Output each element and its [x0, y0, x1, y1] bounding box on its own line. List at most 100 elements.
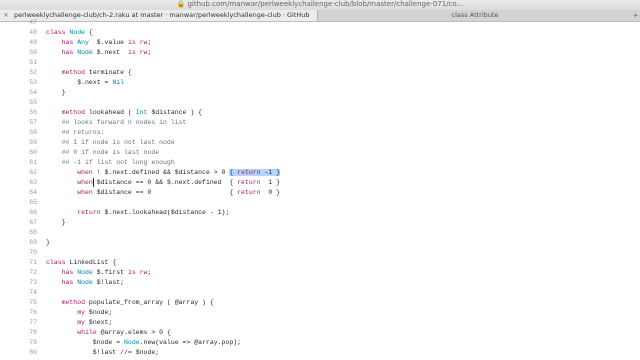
code-line: 74 — [0, 288, 640, 298]
code-text: $!last //= $node; — [46, 349, 160, 356]
line-number[interactable]: 66 — [0, 208, 37, 218]
line-number[interactable]: 49 — [0, 38, 37, 48]
line-number[interactable]: 67 — [0, 218, 37, 228]
code-line: 48 class Node { — [0, 28, 640, 38]
code-text: } — [46, 89, 66, 96]
text-selection: { return -1 } — [229, 169, 281, 176]
code-text: has Node $!last; — [61, 279, 125, 286]
code-line: 67 } — [0, 218, 640, 228]
code-text: has Node $.first is rw; — [61, 269, 152, 276]
line-number[interactable]: 77 — [0, 318, 37, 328]
code-text: my $next; — [77, 319, 113, 326]
code-line: 75 method populate_from_array ( @array )… — [0, 298, 640, 308]
code-line: 59 ## 1 if node is not last node — [0, 138, 640, 148]
code-line: 70 — [0, 248, 640, 258]
line-number[interactable]: 63 — [0, 178, 37, 188]
code-line: 60 ## 0 if node is last node — [0, 148, 640, 158]
line-number[interactable]: 47 — [0, 18, 37, 28]
code-text: ## 1 if node is not last node — [46, 139, 175, 146]
text-cursor — [93, 178, 94, 187]
code-text: class LinkedList { — [46, 259, 117, 266]
line-number[interactable]: 68 — [0, 228, 37, 238]
code-line: 69} — [0, 238, 640, 248]
code-line: 72 has Node $.first is rw; — [0, 268, 640, 278]
line-number[interactable]: 73 — [0, 278, 37, 288]
line-number[interactable]: 56 — [0, 108, 37, 118]
code-line: 52 method terminate { — [0, 68, 640, 78]
line-number[interactable]: 79 — [0, 338, 37, 348]
code-line: 76 my $node; — [0, 308, 640, 318]
code-line: 57 ## looks forward n nodes in list — [0, 118, 640, 128]
line-number[interactable]: 57 — [0, 118, 37, 128]
code-text: method terminate { — [61, 69, 132, 76]
code-text: when $distance == 0 { return 0 } — [77, 189, 281, 196]
line-number[interactable]: 53 — [0, 78, 37, 88]
code-line: 51 — [0, 58, 640, 68]
code-line: 77 my $next; — [0, 318, 640, 328]
code-line: 80 $!last //= $node; — [0, 348, 640, 358]
code-text: return $.next.lookahead($distance - 1); — [77, 209, 230, 216]
line-number[interactable]: 61 — [0, 158, 37, 168]
code-text: ## 0 if node is last node — [46, 149, 160, 156]
line-number[interactable]: 55 — [0, 98, 37, 108]
line-number[interactable]: 69 — [0, 238, 37, 248]
line-number[interactable]: 64 — [0, 188, 37, 198]
code-line: 55 — [0, 98, 640, 108]
code-line: 53 $.next = Nil — [0, 78, 640, 88]
code-line: 49 has Any $.value is rw; — [0, 38, 640, 48]
line-number[interactable]: 58 — [0, 128, 37, 138]
line-number[interactable]: 75 — [0, 298, 37, 308]
code-text: ## looks forward n nodes in list — [46, 119, 187, 126]
code-line: 65 — [0, 198, 640, 208]
line-number[interactable]: 52 — [0, 68, 37, 78]
line-number[interactable]: 59 — [0, 138, 37, 148]
code-line: 63 when $distance == 0 && $.next.defined… — [0, 178, 640, 188]
code-text: method lookahead ( Int $distance ) { — [61, 109, 203, 116]
code-text: has Node $.next is rw; — [61, 49, 152, 56]
code-text: class Node { — [46, 29, 93, 36]
code-text: method populate_from_array ( @array ) { — [61, 299, 214, 306]
line-number[interactable]: 51 — [0, 58, 37, 68]
line-number[interactable]: 80 — [0, 348, 37, 358]
line-number[interactable]: 62 — [0, 168, 37, 178]
code-text: ## -1 if list not long enough — [46, 159, 175, 166]
browser-title-bar: 🔒 github.com/manwar/perlweeklychallenge-c… — [0, 0, 640, 10]
code-line: 50 has Node $.next is rw; — [0, 48, 640, 58]
code-line: 58 ## returns: — [0, 128, 640, 138]
address-bar[interactable]: 🔒 github.com/manwar/perlweeklychallenge-c… — [0, 0, 640, 8]
code-line: 68 — [0, 228, 640, 238]
code-line: 78 while @array.elems > 0 { — [0, 328, 640, 338]
code-text: } — [46, 239, 50, 246]
code-line: 47 — [0, 18, 640, 28]
line-number[interactable]: 54 — [0, 88, 37, 98]
code-line: 66 return $.next.lookahead($distance - 1… — [0, 208, 640, 218]
lock-icon: 🔒 — [176, 0, 186, 8]
line-number[interactable]: 48 — [0, 28, 37, 38]
line-number[interactable]: 65 — [0, 198, 37, 208]
code-line: 62 when ! $.next.defined && $distance > … — [0, 168, 640, 178]
line-number[interactable]: 70 — [0, 248, 37, 258]
line-number[interactable]: 60 — [0, 148, 37, 158]
code-line: 64 when $distance == 0 { return 0 } — [0, 188, 640, 198]
code-line: 56 method lookahead ( Int $distance ) { — [0, 108, 640, 118]
code-line: 79 $node = Node.new(value => @array.pop)… — [0, 338, 640, 348]
code-line: 54 } — [0, 88, 640, 98]
line-number[interactable]: 72 — [0, 268, 37, 278]
line-number[interactable]: 76 — [0, 308, 37, 318]
code-text: $.next = Nil — [46, 79, 125, 86]
code-text: my $node; — [77, 309, 113, 316]
code-text: ## returns: — [46, 129, 105, 136]
line-number[interactable]: 50 — [0, 48, 37, 58]
code-line: 61 ## -1 if list not long enough — [0, 158, 640, 168]
code-line: 73 has Node $!last; — [0, 278, 640, 288]
code-text: } — [46, 219, 66, 226]
code-text: while @array.elems > 0 { — [77, 329, 171, 336]
code-text: $node = Node.new(value => @array.pop); — [46, 339, 242, 346]
url-text: github.com/manwar/perlweeklychallenge-cl… — [187, 0, 464, 8]
line-number[interactable]: 71 — [0, 258, 37, 268]
code-text: when ! $.next.defined && $distance > 0 {… — [77, 169, 281, 176]
code-text: when $distance == 0 && $.next.defined { … — [77, 179, 281, 186]
line-number[interactable]: 78 — [0, 328, 37, 338]
line-number[interactable]: 74 — [0, 288, 37, 298]
code-line: 71 class LinkedList { — [0, 258, 640, 268]
